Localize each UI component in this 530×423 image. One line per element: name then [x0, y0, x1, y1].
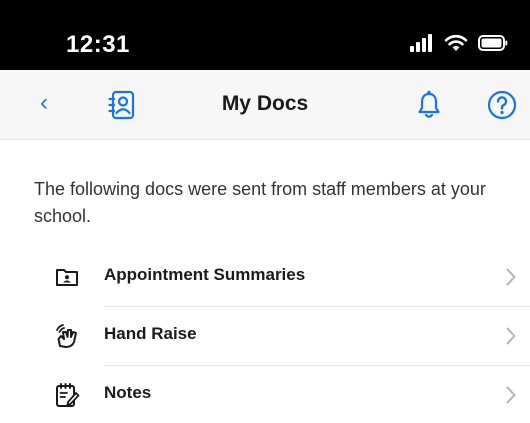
list-item-label: Appointment Summaries — [104, 265, 306, 284]
docs-list: Appointment Summaries Hand Raise Notes — [0, 248, 530, 423]
list-item-label: Hand Raise — [104, 324, 197, 343]
intro-text: The following docs were sent from staff … — [34, 179, 486, 226]
wifi-icon — [444, 34, 468, 51]
chevron-right-icon — [506, 386, 516, 404]
contacts-icon[interactable] — [106, 89, 138, 121]
status-icons — [410, 30, 508, 56]
list-item-notes[interactable]: Notes — [0, 366, 530, 423]
notes-icon — [56, 383, 80, 407]
status-time: 12:31 — [66, 31, 130, 58]
chevron-right-icon — [506, 268, 516, 286]
list-item-label: Notes — [104, 383, 152, 402]
notification-bell-icon[interactable] — [413, 89, 445, 121]
nav-bar: ‹ My Docs — [0, 70, 530, 140]
back-button[interactable]: ‹ — [40, 88, 48, 118]
battery-icon — [478, 35, 508, 51]
list-item-appointment-summaries[interactable]: Appointment Summaries — [0, 248, 530, 307]
help-icon[interactable] — [486, 89, 518, 121]
list-item-hand-raise[interactable]: Hand Raise — [0, 307, 530, 366]
status-bar: 12:31 — [0, 0, 530, 70]
page-title: My Docs — [221, 92, 309, 115]
appointment-summary-icon — [56, 269, 78, 286]
chevron-right-icon — [506, 327, 516, 345]
hand-raise-icon — [56, 324, 77, 348]
cellular-signal-icon — [410, 34, 434, 52]
